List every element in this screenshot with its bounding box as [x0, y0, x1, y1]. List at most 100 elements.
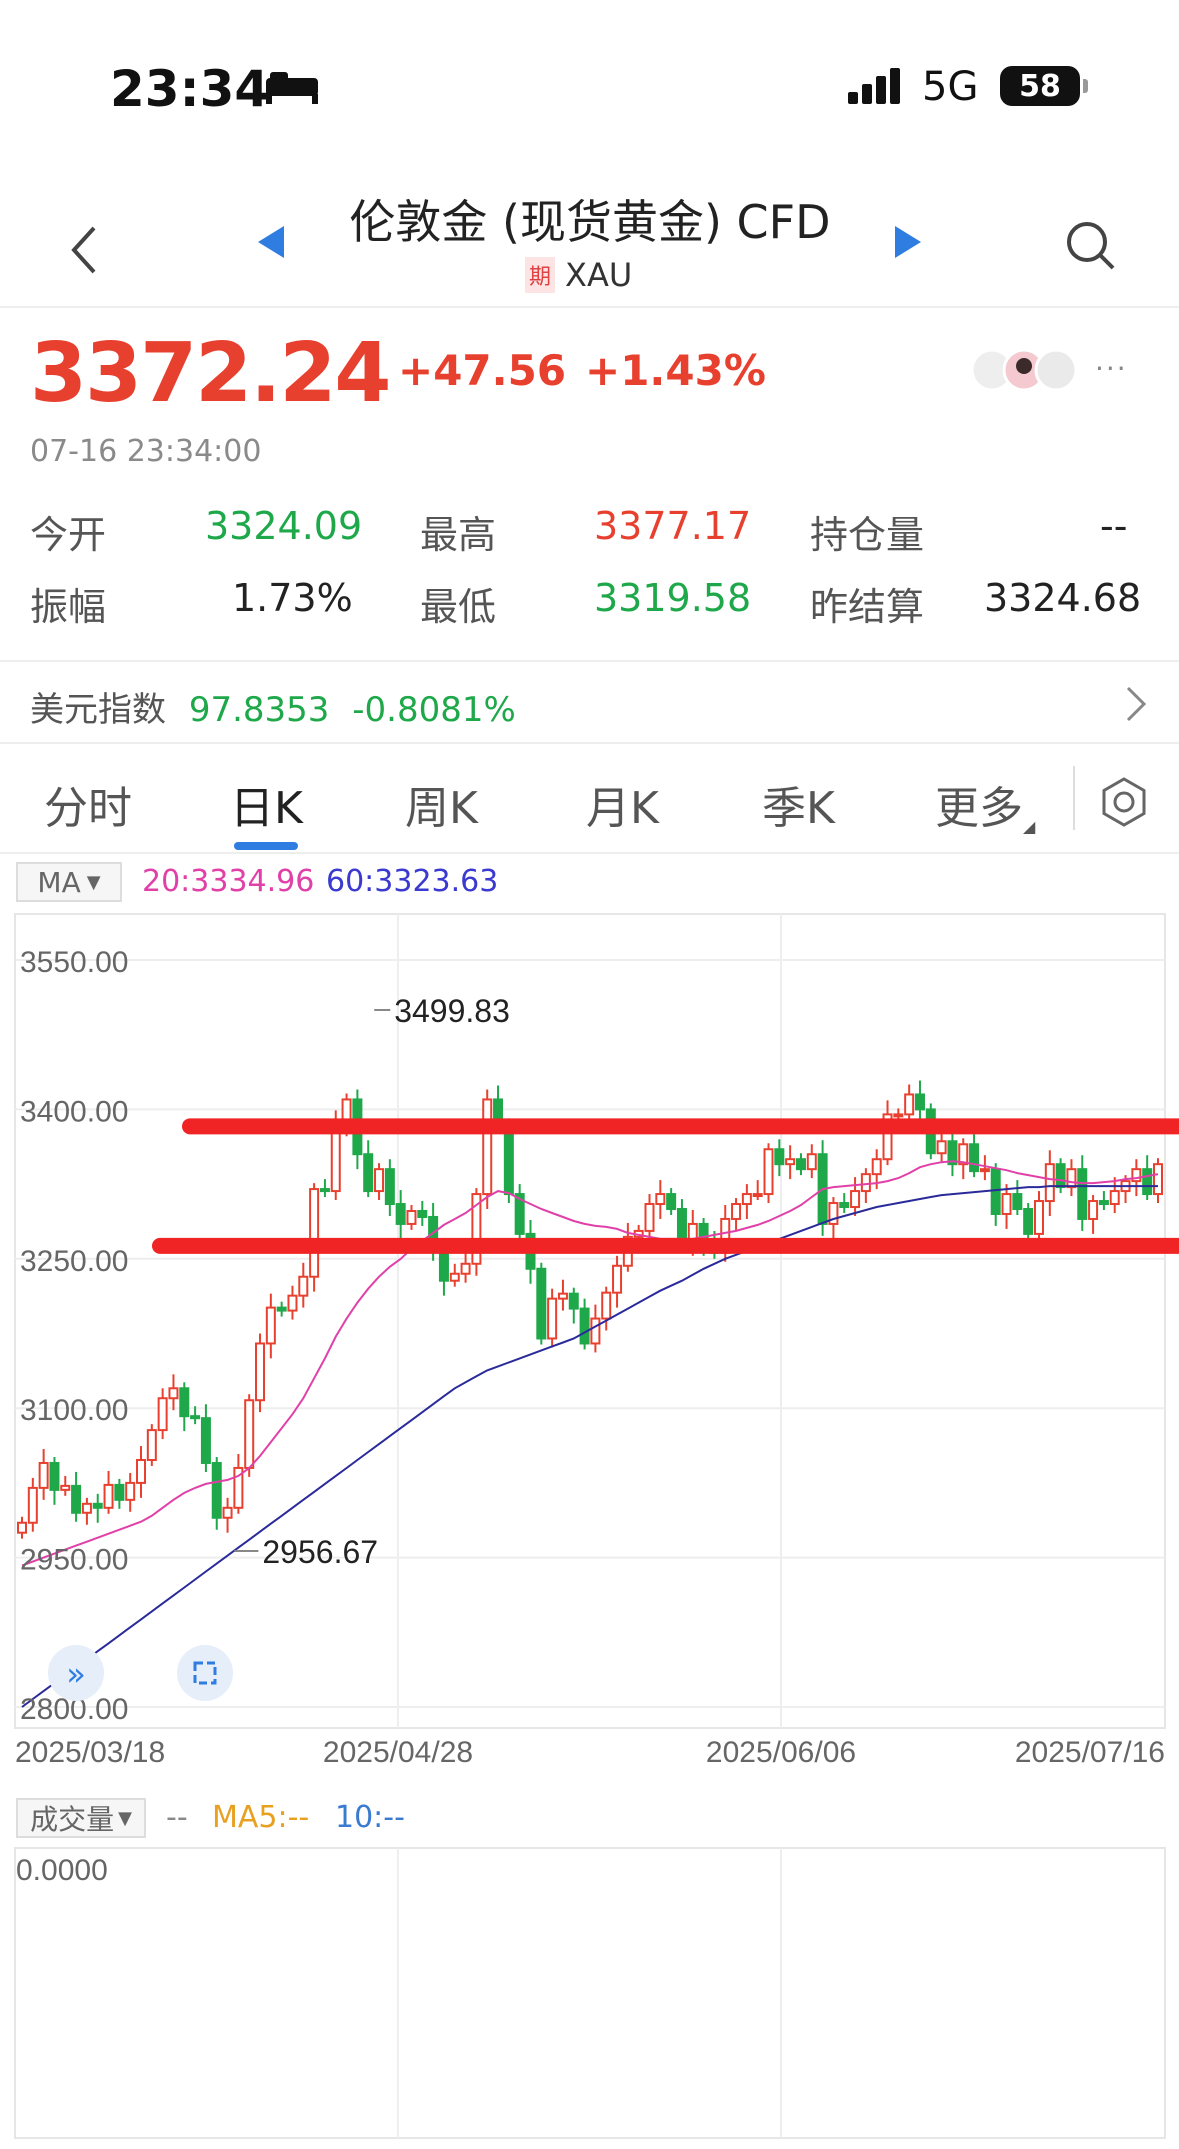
candle-body — [568, 1292, 579, 1310]
y-tick-label: 3400.00 — [20, 1095, 128, 1128]
chevron-right-icon[interactable] — [1120, 684, 1150, 724]
candle-body — [655, 1193, 666, 1206]
stat-label-prev-settle: 昨结算 — [810, 585, 925, 629]
candle-body — [1066, 1168, 1077, 1189]
candle-body — [795, 1158, 806, 1171]
candle-body — [190, 1415, 201, 1420]
candle-body — [752, 1193, 763, 1198]
ma60-line — [21, 1185, 1158, 1708]
back-icon[interactable] — [60, 220, 110, 280]
double-chevron-icon: » — [66, 1655, 86, 1693]
candle-body — [395, 1203, 406, 1225]
candle-body — [71, 1484, 82, 1514]
fullscreen-button[interactable] — [177, 1645, 233, 1701]
divider — [0, 660, 1179, 662]
dollar-index-label: 美元指数 — [30, 690, 166, 730]
stat-label-open-interest: 持仓量 — [810, 513, 925, 557]
period-tabs: 分时 日K 周K 月K 季K 更多◢ — [0, 746, 1179, 854]
ma-indicator-select[interactable]: MA ▼ — [16, 862, 122, 902]
battery-level: 58 — [1019, 68, 1061, 104]
candle-body — [1098, 1200, 1109, 1206]
candle-body — [211, 1461, 222, 1519]
candle-body — [49, 1461, 60, 1491]
stat-value-amplitude: 1.73% — [232, 576, 353, 620]
candle-body — [1077, 1168, 1088, 1220]
stat-label-high: 最高 — [420, 513, 497, 557]
candle-body — [179, 1387, 190, 1418]
stat-value-low: 3319.58 — [594, 576, 752, 620]
dollar-index-row[interactable]: 美元指数 97.8353 -0.8081% — [30, 682, 516, 731]
search-icon[interactable] — [1065, 220, 1117, 272]
stat-value-open-interest: -- — [1100, 504, 1128, 548]
candle-body — [936, 1140, 947, 1155]
cell-signal-icon — [848, 68, 900, 104]
candlestick-chart[interactable]: 3550.003400.003250.003100.002950.002800.… — [0, 910, 1179, 1790]
active-tab-indicator — [234, 842, 298, 850]
candle-body — [244, 1399, 255, 1469]
candle-body — [1012, 1193, 1023, 1210]
ma20-line — [21, 1160, 1159, 1567]
chart-frame — [14, 913, 1166, 1729]
candle-body — [1023, 1208, 1034, 1235]
candle-body — [384, 1168, 395, 1206]
candle-body — [17, 1521, 27, 1534]
candle-body — [741, 1193, 752, 1206]
y-tick-label: 3100.00 — [20, 1394, 128, 1427]
stat-label-amplitude: 振幅 — [30, 585, 107, 629]
candle-body — [1044, 1163, 1055, 1203]
candle-body — [460, 1262, 471, 1275]
candle-body — [136, 1458, 147, 1484]
stat-value-high: 3377.17 — [594, 504, 752, 548]
caret-down-icon: ▼ — [118, 1807, 132, 1829]
tab-quarterly[interactable]: 季K — [762, 772, 835, 836]
tab-more[interactable]: 更多◢ — [935, 772, 1035, 836]
y-tick-label: 3550.00 — [20, 946, 128, 979]
candle-body — [579, 1307, 590, 1345]
battery-icon: 58 — [1000, 66, 1088, 106]
candle-body — [1001, 1193, 1012, 1215]
tab-daily[interactable]: 日K — [230, 772, 303, 836]
avatar-group[interactable] — [970, 348, 1080, 392]
candle-body — [406, 1209, 417, 1225]
divider — [0, 742, 1179, 744]
volume-ma10: 10:-- — [335, 1800, 405, 1835]
candle-body — [276, 1306, 287, 1312]
candle-body — [1109, 1190, 1120, 1206]
volume-axis-label: 0.0000 — [16, 1854, 108, 1887]
tab-weekly[interactable]: 周K — [405, 772, 478, 836]
candle-body — [374, 1168, 385, 1193]
candle-body — [146, 1429, 157, 1461]
candle-body — [92, 1502, 103, 1509]
candle-body — [1055, 1163, 1066, 1189]
tab-monthly[interactable]: 月K — [586, 772, 659, 836]
candle-body — [1088, 1200, 1099, 1220]
tab-intraday[interactable]: 分时 — [44, 772, 132, 836]
next-instrument-arrow-icon[interactable] — [895, 226, 921, 258]
candle-body — [601, 1291, 612, 1320]
candle-body — [482, 1098, 493, 1196]
low-annotation: 2956.67 — [262, 1534, 378, 1570]
candle-body — [60, 1484, 71, 1491]
candle-body — [1153, 1163, 1163, 1196]
status-bar: 23:34 5G 58 — [0, 0, 1179, 140]
candle-body — [503, 1123, 514, 1196]
price-change-percent: +1.43% — [585, 346, 766, 395]
more-options-icon[interactable]: ··· — [1095, 352, 1128, 385]
settings-icon[interactable] — [1098, 776, 1150, 828]
candle-body — [449, 1272, 460, 1282]
candle-body — [38, 1461, 49, 1489]
high-annotation: 3499.83 — [394, 993, 510, 1029]
candle-body — [103, 1483, 114, 1509]
candle-body — [839, 1202, 850, 1209]
futures-badge: 期 — [525, 257, 556, 293]
stat-label-low: 最低 — [420, 585, 497, 629]
candle-body — [125, 1481, 136, 1501]
previous-instrument-arrow-icon[interactable] — [258, 226, 284, 258]
candle-body — [644, 1203, 655, 1232]
candle-body — [612, 1264, 623, 1294]
candle-body — [590, 1317, 601, 1345]
volume-indicator-select[interactable]: 成交量 ▼ — [16, 1798, 146, 1838]
candle-body — [536, 1267, 547, 1340]
x-tick-label: 2025/07/16 — [1015, 1736, 1165, 1769]
candle-body — [860, 1173, 871, 1193]
